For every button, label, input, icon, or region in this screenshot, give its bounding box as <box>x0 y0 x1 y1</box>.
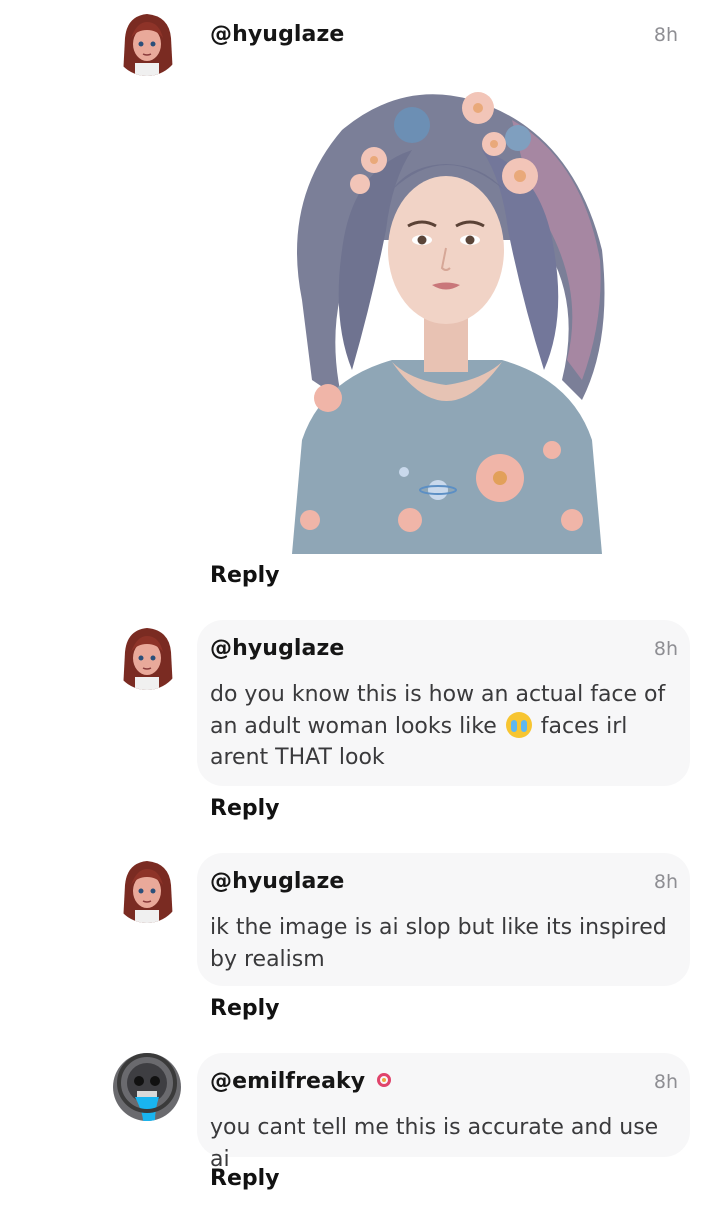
reply-button[interactable]: Reply <box>210 1166 280 1191</box>
comment-username[interactable]: @hyuglaze <box>210 636 344 661</box>
reply-button[interactable]: Reply <box>210 996 280 1021</box>
comment-timestamp: 8h <box>653 638 678 660</box>
comment-thread: @hyuglaze 8h Reply @hyuglaze 8h do you k… <box>0 0 720 1211</box>
comment-timestamp: 8h <box>653 24 678 46</box>
comment-timestamp: 8h <box>653 1071 678 1093</box>
comment-item: @hyuglaze 8h Reply <box>0 0 720 600</box>
avatar[interactable] <box>113 1053 181 1121</box>
comment-item: @hyuglaze 8h do you know this is how an … <box>0 620 720 830</box>
comment-timestamp: 8h <box>653 871 678 893</box>
reply-button[interactable]: Reply <box>210 796 280 821</box>
reply-button[interactable]: Reply <box>210 563 280 588</box>
comment-username-text: @emilfreaky <box>210 1069 366 1094</box>
comment-username[interactable]: @hyuglaze <box>210 869 344 894</box>
comment-username[interactable]: @hyuglaze <box>210 22 344 47</box>
comment-item: @hyuglaze 8h ik the image is ai slop but… <box>0 853 720 1033</box>
comment-text: do you know this is how an actual face o… <box>210 679 670 774</box>
comment-username[interactable]: @emilfreaky <box>210 1069 392 1094</box>
comment-item: @emilfreaky 8h you cant tell me this is … <box>0 1053 720 1211</box>
loudly-crying-face-icon <box>505 711 532 738</box>
avatar[interactable] <box>113 8 181 76</box>
creator-badge-icon <box>377 1073 392 1087</box>
comment-text: ik the image is ai slop but like its ins… <box>210 915 667 972</box>
comment-image[interactable] <box>282 80 610 554</box>
avatar[interactable] <box>113 622 181 690</box>
avatar[interactable] <box>113 855 181 923</box>
